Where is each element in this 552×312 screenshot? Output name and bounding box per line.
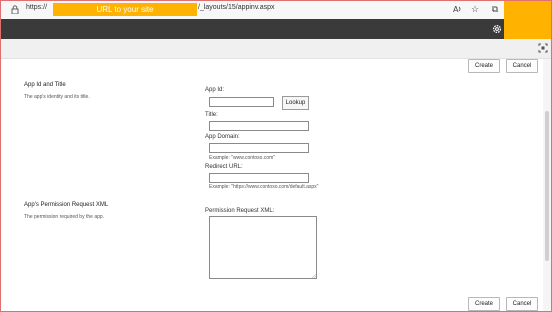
app-id-input[interactable] [209,97,274,107]
title-input[interactable] [209,121,309,131]
permission-xml-textarea[interactable] [209,216,317,279]
permission-section-title: App's Permission Request XML [24,202,109,208]
cancel-button-top[interactable]: Cancel [506,59,538,73]
svg-text:A: A [453,5,459,14]
focus-mode-icon[interactable] [538,43,548,53]
redirect-url-input[interactable] [209,173,309,183]
favorite-star-icon[interactable]: ☆ [470,4,480,14]
redacted-block [504,1,551,39]
app-domain-input[interactable] [209,143,309,153]
url-redacted-highlight[interactable]: URL to your site [53,3,197,16]
gear-icon[interactable] [491,23,503,35]
scrollbar-thumb[interactable] [545,111,549,261]
lock-icon[interactable] [11,5,19,14]
resize-grip-icon[interactable] [312,274,316,278]
suite-bar [1,19,504,39]
url-path[interactable]: /_layouts/15/appinv.aspx [198,4,275,11]
redirect-url-example: Example: "https://www.contoso.com/defaul… [209,184,319,190]
read-aloud-icon[interactable]: A [452,4,462,14]
app-section-title: App Id and Title [24,82,66,88]
permission-xml-label: Permission Request XML: [205,208,275,214]
url-prefix[interactable]: https:// [26,4,47,11]
collections-icon[interactable]: ⧉ [490,4,500,14]
cancel-button-bottom[interactable]: Cancel [506,297,538,311]
create-button-bottom[interactable]: Create [468,297,500,311]
app-domain-example: Example: "www.contoso.com" [209,155,276,161]
lookup-button[interactable]: Lookup [282,96,309,110]
address-bar[interactable]: https:// URL to your site /_layouts/15/a… [1,1,504,19]
create-button-top[interactable]: Create [468,59,500,73]
permission-section-description: The permission required by the app. [24,214,105,220]
app-id-label: App Id: [205,87,225,93]
ribbon-bar [1,39,551,59]
redirect-url-label: Redirect URL: [205,164,243,170]
permission-xml-wrapper [209,216,317,279]
title-label: Title: [205,112,218,118]
app-section-description: The app's identity and its title. [24,94,90,100]
browser-window: https:// URL to your site /_layouts/15/a… [0,0,552,312]
app-domain-label: App Domain: [205,134,240,140]
